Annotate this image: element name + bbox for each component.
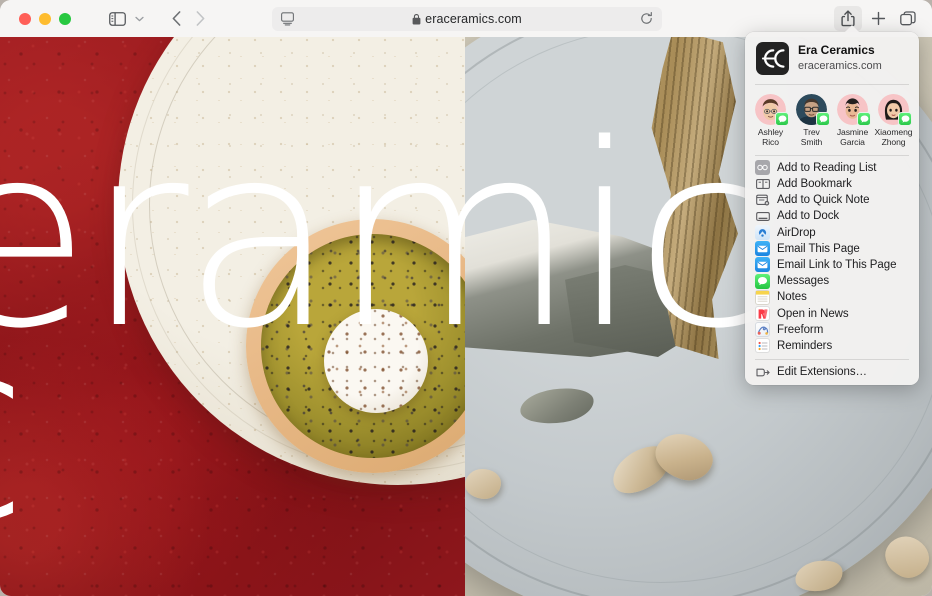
share-icon[interactable] <box>834 6 862 31</box>
mail-icon <box>755 241 770 257</box>
close-window-button[interactable] <box>19 12 31 25</box>
menu-item-messages[interactable]: Messages <box>745 273 919 289</box>
person-jasmine-garcia[interactable]: Jasmine Garcia <box>833 94 873 148</box>
reminders-icon <box>755 338 770 354</box>
menu-item-label: Reminders <box>777 339 833 352</box>
site-info: Era Ceramics eraceramics.com <box>798 43 882 73</box>
messages-badge-icon <box>857 112 871 126</box>
site-name: Era Ceramics <box>798 43 875 58</box>
bookmark-book-icon <box>755 177 770 192</box>
messages-icon <box>755 273 770 289</box>
url-display[interactable]: eraceramics.com <box>272 7 662 31</box>
messages-badge-icon <box>898 112 912 126</box>
menu-item-add-bookmark[interactable]: Add Bookmark <box>745 176 919 192</box>
news-icon <box>755 306 770 322</box>
menu-item-label: Add to Reading List <box>777 161 877 174</box>
person-name: Xiaomeng Zhong <box>874 127 913 147</box>
share-menu-popover[interactable]: Era Ceramics eraceramics.com Ashley Rico… <box>745 25 919 386</box>
menu-item-label: AirDrop <box>777 226 816 239</box>
forward-button[interactable] <box>188 8 212 30</box>
lock-icon <box>412 13 421 25</box>
menu-item-label: Freeform <box>777 323 824 336</box>
reload-icon[interactable] <box>639 11 654 31</box>
menu-item-notes[interactable]: Notes <box>745 289 919 305</box>
person-xiaomeng-zhong[interactable]: Xiaomeng Zhong <box>874 94 914 148</box>
hero-image-left <box>0 37 465 596</box>
address-bar[interactable]: eraceramics.com <box>272 7 662 31</box>
cup-speckle-texture <box>324 309 428 413</box>
site-favicon-icon <box>756 42 789 75</box>
notes-icon <box>755 289 770 305</box>
avatar-wrap <box>837 94 871 126</box>
sidebar-toggle-icon[interactable] <box>104 8 130 30</box>
menu-item-label: Add Bookmark <box>777 178 852 191</box>
freeform-icon <box>755 322 770 338</box>
menu-item-freeform[interactable]: Freeform <box>745 322 919 338</box>
avatar-wrap <box>878 94 912 126</box>
window-controls <box>19 12 71 25</box>
person-name: Jasmine Garcia <box>836 127 869 147</box>
new-tab-plus-icon[interactable] <box>864 6 892 31</box>
pebble <box>465 469 501 499</box>
menu-item-label: Edit Extensions… <box>777 366 867 379</box>
menu-item-label: Messages <box>777 275 830 288</box>
share-menu-items: Add to Reading List Add Bookmark Add to … <box>745 156 919 354</box>
chevron-down-icon[interactable] <box>130 8 148 30</box>
white-speckled-cup <box>324 309 428 413</box>
reading-list-glasses-icon <box>755 160 770 176</box>
person-name: Ashley Rico <box>757 127 784 147</box>
menu-item-reminders[interactable]: Reminders <box>745 338 919 354</box>
menu-item-email-link-to-this-page[interactable]: Email Link to This Page <box>745 257 919 273</box>
menu-item-label: Email This Page <box>777 242 860 255</box>
menu-item-add-to-reading-list[interactable]: Add to Reading List <box>745 160 919 176</box>
back-button[interactable] <box>164 8 188 30</box>
menu-item-email-this-page[interactable]: Email This Page <box>745 241 919 257</box>
menu-item-label: Add to Dock <box>777 210 840 223</box>
menu-item-label: Notes <box>777 291 807 304</box>
menu-item-label: Open in News <box>777 307 849 320</box>
minimize-window-button[interactable] <box>39 12 51 25</box>
quick-note-icon <box>755 193 770 208</box>
menu-item-edit-extensions[interactable]: Edit Extensions… <box>745 364 919 380</box>
menu-item-add-to-dock[interactable]: Add to Dock <box>745 208 919 224</box>
menu-item-airdrop[interactable]: AirDrop <box>745 225 919 241</box>
extensions-icon <box>755 365 770 380</box>
share-suggested-people: Ashley Rico Trev Smith Jasmine Garcia Xi… <box>745 85 919 155</box>
avatar-wrap <box>755 94 789 126</box>
url-text: eraceramics.com <box>425 12 522 26</box>
site-url: eraceramics.com <box>798 60 882 73</box>
safari-window: eraceramics.com eramic Era Ceramics erac… <box>0 0 932 596</box>
tab-overview-icon[interactable] <box>894 6 922 31</box>
airdrop-icon <box>755 225 770 241</box>
menu-item-label: Add to Quick Note <box>777 194 870 207</box>
divider <box>755 359 909 360</box>
add-to-dock-icon <box>755 209 770 224</box>
avatar-wrap <box>796 94 830 126</box>
person-ashley-rico[interactable]: Ashley Rico <box>751 94 791 148</box>
person-trev-smith[interactable]: Trev Smith <box>792 94 832 148</box>
menu-item-label: Email Link to This Page <box>777 258 897 271</box>
address-bar-container[interactable]: eraceramics.com <box>272 7 662 31</box>
menu-item-add-to-quick-note[interactable]: Add to Quick Note <box>745 192 919 208</box>
mail-icon <box>755 257 770 273</box>
messages-badge-icon <box>816 112 830 126</box>
share-site-header: Era Ceramics eraceramics.com <box>745 32 919 84</box>
menu-item-open-in-news[interactable]: Open in News <box>745 305 919 322</box>
maximize-window-button[interactable] <box>59 12 71 25</box>
messages-badge-icon <box>775 112 789 126</box>
person-name: Trev Smith <box>800 127 823 147</box>
